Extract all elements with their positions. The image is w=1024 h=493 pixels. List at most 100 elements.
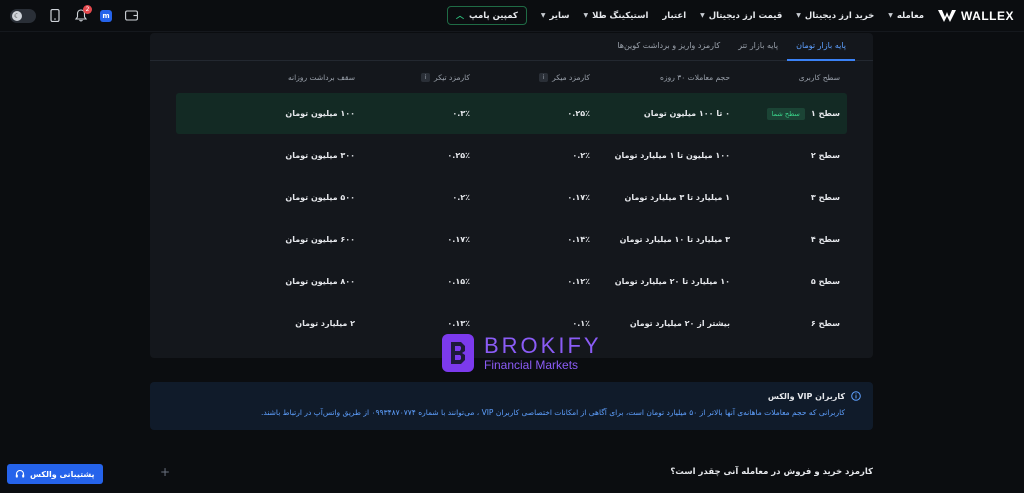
- wallet-button[interactable]: [124, 9, 138, 23]
- mobile-app-icon[interactable]: [48, 9, 62, 23]
- cell-volume: ۰ تا ۱۰۰ میلیون تومان: [643, 108, 730, 118]
- nav-item-crypto-price[interactable]: قیمت ارز دیجیتال ▼: [700, 11, 782, 21]
- cell-level: سطح ۵: [810, 277, 840, 286]
- vip-info-box: کاربران VIP والکس کاربرانی که حجم معاملا…: [150, 382, 873, 430]
- cell-maker-fee: ۰.۱۲٪: [567, 276, 590, 286]
- cell-volume: ۱ میلیارد تا ۳ میلیارد تومان: [624, 192, 730, 202]
- cell-volume: ۳ میلیارد تا ۱۰ میلیارد تومان: [619, 234, 730, 244]
- wallex-logo[interactable]: WALLEX: [938, 9, 1014, 23]
- caret-down-icon: ▼: [540, 12, 546, 19]
- table-row: سطح ۲ ۱۰۰ میلیون تا ۱ میلیارد تومان ۰.۲٪…: [150, 135, 873, 176]
- notifications-button[interactable]: 2: [74, 4, 92, 23]
- cell-level: سطح ۴: [810, 235, 840, 244]
- level-label: سطح ۱: [810, 109, 840, 118]
- caret-down-icon: ▼: [700, 12, 705, 19]
- cell-withdraw-limit: ۲ میلیارد تومان: [295, 318, 355, 328]
- market-tabs: پایه بازار تومان پایه بازار تتر کارمزد و…: [150, 33, 873, 61]
- chevron-up-icon: ︿: [456, 11, 465, 20]
- cell-level: سطح ۱ سطح شما: [730, 107, 840, 120]
- table-row: سطح ۴ ۳ میلیارد تا ۱۰ میلیارد تومان ۰.۱۴…: [150, 219, 873, 260]
- nav-item-label: استیکینگ طلا: [592, 10, 649, 21]
- nav-item-gold-staking[interactable]: استیکینگ طلا ▼: [584, 11, 649, 21]
- your-level-badge: سطح شما: [766, 107, 805, 120]
- header-maker-fee: کارمزد میکر i: [470, 72, 590, 82]
- watermark-title: BROKIFY: [484, 333, 602, 358]
- header-maker-label: کارمزد میکر: [552, 72, 590, 82]
- cell-level: سطح ۲: [810, 151, 840, 160]
- nav-item-label: خرید ارز دیجیتال: [804, 10, 875, 21]
- top-navigation: WALLEX معامله ▼ خرید ارز دیجیتال ▼ قیمت ار…: [0, 0, 1024, 32]
- caret-down-icon: ▼: [583, 12, 589, 19]
- table-header: سطح کاربری حجم معاملات ۳۰ روزه کارمزد می…: [150, 61, 873, 93]
- header-daily-withdraw-limit: سقف برداشت روزانه: [288, 72, 355, 82]
- theme-toggle[interactable]: ☾: [10, 8, 36, 23]
- nav-item-credit[interactable]: اعتبار: [662, 11, 686, 21]
- info-icon[interactable]: i: [539, 72, 549, 82]
- cell-withdraw-limit: ۸۰۰ میلیون تومان: [285, 276, 355, 286]
- cell-taker-fee: ۰.۲۵٪: [447, 150, 470, 160]
- cell-level: سطح ۳: [810, 193, 840, 202]
- brokify-logo-icon: [442, 334, 474, 372]
- faq-question: کارمزد خرید و فروش در معامله آنی چقدر اس…: [670, 467, 873, 477]
- phone-icon: [50, 9, 60, 22]
- tab-coin-deposit-withdraw-fees[interactable]: کارمزد واریز و برداشت کوین‌ها: [608, 33, 729, 61]
- watermark-text: BROKIFY Financial Markets: [484, 333, 602, 372]
- caret-down-icon: ▼: [796, 12, 801, 19]
- brokify-watermark: BROKIFY Financial Markets: [442, 332, 622, 374]
- nav-item-buy-crypto[interactable]: خرید ارز دیجیتال ▼: [796, 11, 874, 21]
- cell-volume: ۱۰ میلیارد تا ۲۰ میلیارد تومان: [614, 276, 730, 286]
- cell-maker-fee: ۰.۲٪: [572, 150, 590, 160]
- campaign-pump-button[interactable]: کمپین پامپ ︿: [447, 6, 527, 25]
- vip-title: کاربران VIP والکس: [767, 391, 845, 401]
- table-row: سطح ۳ ۱ میلیارد تا ۳ میلیارد تومان ۰.۱۷٪…: [150, 177, 873, 218]
- cell-withdraw-limit: ۳۰۰ میلیون تومان: [285, 150, 355, 160]
- tab-toman-market[interactable]: پایه بازار تومان: [787, 33, 855, 61]
- header-taker-label: کارمزد تیکر: [434, 72, 470, 82]
- caret-down-icon: ▼: [888, 12, 893, 19]
- nav-item-trade[interactable]: معامله ▼: [888, 11, 924, 21]
- vip-description: کاربرانی که حجم معاملات ماهانه‌ی آنها با…: [261, 408, 845, 417]
- cell-taker-fee: ۰.۲٪: [452, 192, 470, 202]
- cell-volume: ۱۰۰ میلیون تا ۱ میلیارد تومان: [614, 150, 730, 160]
- nav-utilities: ☾ 2 m: [10, 4, 138, 23]
- nav-item-label: سایر: [549, 10, 570, 21]
- nav-item-label: اعتبار: [662, 10, 687, 21]
- notification-count-badge: 2: [83, 4, 92, 14]
- cell-taker-fee: ۰.۱۳٪: [447, 318, 470, 328]
- faq-item[interactable]: کارمزد خرید و فروش در معامله آنی چقدر اس…: [160, 462, 873, 482]
- cell-maker-fee: ۰.۱۴٪: [567, 234, 590, 244]
- cell-volume: بیشتر از ۲۰ میلیارد تومان: [629, 318, 730, 328]
- campaign-label: کمپین پامپ: [469, 10, 518, 21]
- profile-badge[interactable]: m: [100, 9, 112, 22]
- fee-table-card: پایه بازار تومان پایه بازار تتر کارمزد و…: [150, 33, 873, 358]
- wallet-icon: [124, 10, 138, 21]
- cell-taker-fee: ۰.۱۷٪: [447, 234, 470, 244]
- info-circle-icon: [851, 391, 861, 401]
- tab-tether-market[interactable]: پایه بازار تتر: [729, 33, 787, 61]
- plus-icon[interactable]: +: [160, 465, 170, 479]
- support-button[interactable]: پشتیبانی والکس: [7, 464, 103, 484]
- cell-maker-fee: ۰.۱٪: [572, 318, 590, 328]
- header-30day-volume: حجم معاملات ۳۰ روزه: [660, 72, 730, 82]
- moon-icon: ☾: [12, 10, 22, 21]
- cell-withdraw-limit: ۱۰۰ میلیون تومان: [285, 108, 355, 118]
- cell-maker-fee: ۰.۱۷٪: [567, 192, 590, 202]
- logo-text: WALLEX: [961, 8, 1014, 23]
- cell-withdraw-limit: ۶۰۰ میلیون تومان: [285, 234, 355, 244]
- nav-main: WALLEX معامله ▼ خرید ارز دیجیتال ▼ قیمت ار…: [447, 6, 1014, 25]
- nav-item-more[interactable]: سایر ▼: [541, 11, 570, 21]
- cell-taker-fee: ۰.۱۵٪: [447, 276, 470, 286]
- cell-maker-fee: ۰.۲۵٪: [567, 108, 590, 118]
- support-label: پشتیبانی والکس: [30, 469, 95, 479]
- table-row: سطح ۵ ۱۰ میلیارد تا ۲۰ میلیارد تومان ۰.۱…: [150, 261, 873, 302]
- info-icon[interactable]: i: [421, 72, 430, 82]
- cell-taker-fee: ۰.۳٪: [452, 108, 470, 118]
- header-taker-fee: کارمزد تیکر i: [355, 72, 470, 82]
- nav-item-label: معامله: [896, 10, 924, 21]
- cell-withdraw-limit: ۵۰۰ میلیون تومان: [285, 192, 355, 202]
- cell-level: سطح ۶: [810, 319, 840, 328]
- watermark-subtitle: Financial Markets: [484, 358, 579, 372]
- headset-icon: [15, 469, 25, 478]
- header-user-level: سطح کاربری: [798, 72, 840, 82]
- page: WALLEX معامله ▼ خرید ارز دیجیتال ▼ قیمت ار…: [0, 0, 1024, 493]
